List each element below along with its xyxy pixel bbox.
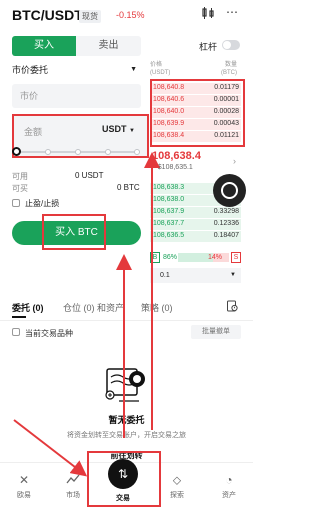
bid-price: 108,638.0 xyxy=(153,196,185,203)
batch-cancel-button[interactable]: 批量撤单 xyxy=(191,325,241,339)
slider-thumb[interactable] xyxy=(12,147,21,156)
chevron-down-icon: ▼ xyxy=(130,66,137,73)
nav-label: 探索 xyxy=(170,492,184,499)
pair-title[interactable]: BTC/USDT xyxy=(12,7,83,23)
price-input[interactable]: 市价 xyxy=(12,84,141,108)
order-type-select[interactable]: 市价委托 ▼ xyxy=(12,60,141,80)
price-change: -0.15% xyxy=(116,10,145,20)
bid-qty: 0.12336 xyxy=(213,220,239,227)
tab-positions-label: 仓位 (0) 和资产 xyxy=(63,303,125,313)
slider-node[interactable] xyxy=(45,149,51,155)
nav-item-explore[interactable]: ⬦ 探索 xyxy=(157,473,197,500)
available-value: 0 USDT xyxy=(75,171,104,180)
divider xyxy=(0,320,253,321)
bid-price: 108,637.9 xyxy=(153,208,185,215)
order-type-label: 市价委托 xyxy=(12,65,49,75)
annotation-box xyxy=(87,451,161,507)
nav-label: 资产 xyxy=(222,492,236,499)
explore-icon: ⬦ xyxy=(172,473,182,487)
price-unit-label: (USDT) xyxy=(150,70,171,76)
amount-unit-label: USDT xyxy=(102,124,127,134)
buyable-label: 可买 xyxy=(12,184,28,193)
bid-row[interactable]: 108,637.7 0.12336 xyxy=(150,219,241,230)
precision-select[interactable]: 0.1 ▼ xyxy=(150,268,241,283)
chevron-down-icon: ▼ xyxy=(129,128,135,134)
bottom-nav: ✕ 欧易 市场 ⇅ 交易 ⬦ 探索 ◔ 资产 xyxy=(0,451,253,524)
candlestick-icon[interactable] xyxy=(201,6,215,23)
floating-assist-button[interactable] xyxy=(213,174,246,207)
nav-label: 欧易 xyxy=(17,492,31,499)
tab-buy[interactable]: 买入 xyxy=(12,36,76,56)
tab-underline xyxy=(12,316,26,318)
chevron-down-icon: ▼ xyxy=(230,272,236,278)
tab-positions[interactable]: 仓位 (0) 和资产 xyxy=(63,301,124,314)
amount-unit-select[interactable]: USDT ▼ xyxy=(102,124,135,134)
current-pair-checkbox[interactable] xyxy=(12,328,20,336)
tab-strategy-label: 策略 (0) xyxy=(141,303,173,313)
amount-slider[interactable] xyxy=(16,149,140,155)
current-pair-label: 当前交易品种 xyxy=(25,329,73,338)
bid-price: 108,636.5 xyxy=(153,232,185,239)
available-label: 可用 xyxy=(12,172,28,181)
empty-title: 暂无委托 xyxy=(108,415,145,425)
history-icon[interactable] xyxy=(226,300,238,315)
precision-value: 0.1 xyxy=(160,272,170,279)
ratio-sell-pct: 14% xyxy=(208,254,223,261)
ratio-buy-letter: B xyxy=(150,252,160,263)
leverage-toggle[interactable] xyxy=(222,40,240,50)
bid-row[interactable]: 108,637.9 0.33298 xyxy=(150,207,241,218)
tab-open-orders-label: 委托 (0) xyxy=(12,303,44,313)
bid-price: 108,638.3 xyxy=(153,184,185,191)
tpsl-label: 止盈/止损 xyxy=(25,199,60,208)
orderbook-qty-header: 数量 (BTC) xyxy=(221,61,237,77)
last-price-usd: ≈ $108,635.1 xyxy=(152,164,193,171)
ratio-buy-pct: 86% xyxy=(163,254,178,261)
empty-orders-illustration xyxy=(101,363,149,409)
annotation-box xyxy=(150,79,245,147)
bid-qty: 0.33298 xyxy=(213,208,239,215)
bid-qty: 0.18407 xyxy=(213,232,239,239)
annotation-box xyxy=(42,214,106,250)
nav-item-home[interactable]: ✕ 欧易 xyxy=(4,473,44,500)
buyable-value: 0 BTC xyxy=(117,183,140,192)
price-header-label: 价格 xyxy=(150,62,163,68)
ratio-sell-letter: S xyxy=(231,252,241,263)
spot-badge: 现货 xyxy=(79,10,101,23)
tab-open-orders[interactable]: 委托 (0) xyxy=(12,301,44,314)
last-price: 108,638.4 xyxy=(152,150,201,162)
tab-sell[interactable]: 卖出 xyxy=(76,36,141,56)
slider-node[interactable] xyxy=(105,149,111,155)
slider-node[interactable] xyxy=(75,149,81,155)
buy-sell-ratio: B 86% 14% S xyxy=(150,252,241,263)
orderbook-price-header: 价格 (USDT) xyxy=(150,61,170,77)
leverage-label: 杠杆 xyxy=(199,42,218,52)
bid-row[interactable]: 108,636.5 0.18407 xyxy=(150,231,241,242)
bid-price: 108,637.7 xyxy=(153,220,185,227)
chevron-right-icon[interactable]: › xyxy=(233,156,236,166)
home-icon: ✕ xyxy=(18,473,30,487)
nav-label: 市场 xyxy=(66,492,80,499)
tpsl-checkbox[interactable] xyxy=(12,199,20,207)
qty-header-label: 数量 xyxy=(224,62,237,68)
empty-description: 将资金划转至交易账户，开启交易之旅 xyxy=(67,432,186,439)
amount-placeholder: 金额 xyxy=(24,127,43,137)
tab-strategy[interactable]: 策略 (0) xyxy=(141,301,173,314)
assets-icon: ◔ xyxy=(225,473,233,487)
qty-unit-label: (BTC) xyxy=(221,70,237,76)
more-icon[interactable]: ⋯ xyxy=(226,5,238,19)
nav-item-assets[interactable]: ◔ 资产 xyxy=(209,473,249,500)
slider-node[interactable] xyxy=(134,149,140,155)
